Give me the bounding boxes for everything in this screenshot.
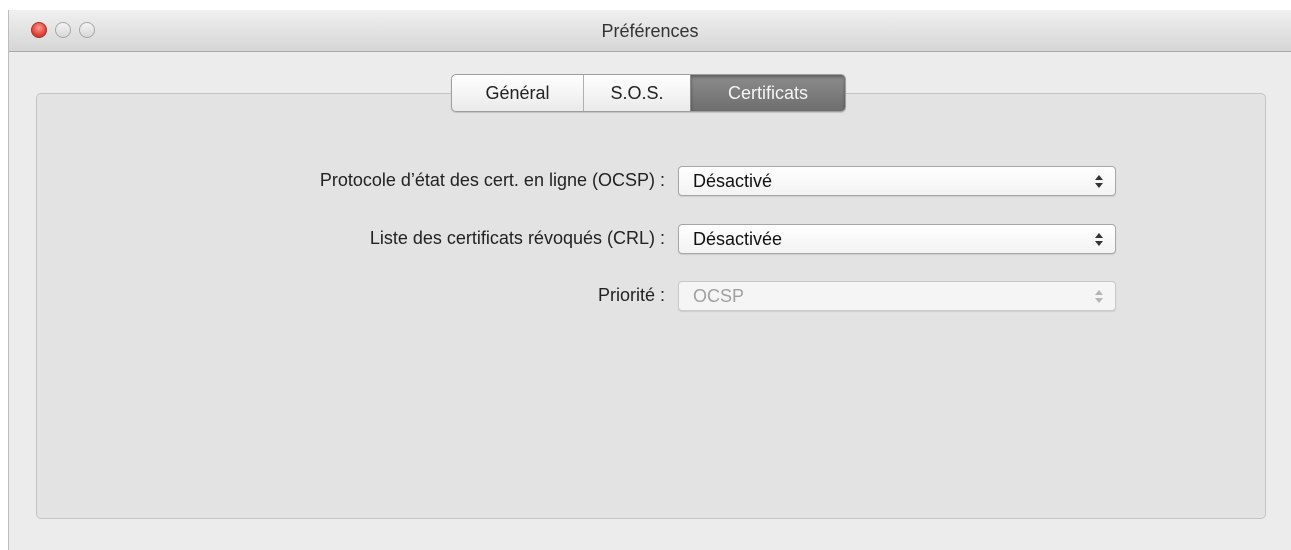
title-bar[interactable]: Préférences [9,10,1291,52]
tab-general[interactable]: Général [452,75,584,111]
crl-popup[interactable]: Désactivée [678,224,1116,254]
crl-popup-value: Désactivée [693,229,783,249]
tab-certificats[interactable]: Certificats [691,75,845,111]
tab-bar: Général S.O.S. Certificats [451,74,846,112]
popup-arrows-icon [1095,233,1103,246]
popup-arrows-icon [1095,290,1103,303]
preferences-window: Préférences Général S.O.S. Certificats P… [8,10,1291,550]
tab-sos[interactable]: S.O.S. [584,75,691,111]
window-title: Préférences [601,21,699,41]
priority-popup[interactable]: OCSP [678,281,1116,311]
ocsp-label: Protocole d’état des cert. en ligne (OCS… [319,170,665,190]
priority-label: Priorité : [597,285,665,305]
popup-arrows-icon [1095,175,1103,188]
priority-popup-value: OCSP [693,286,745,306]
ocsp-popup[interactable]: Désactivé [678,166,1116,196]
crl-label: Liste des certificats révoqués (CRL) : [369,228,665,248]
ocsp-popup-value: Désactivé [693,171,773,191]
